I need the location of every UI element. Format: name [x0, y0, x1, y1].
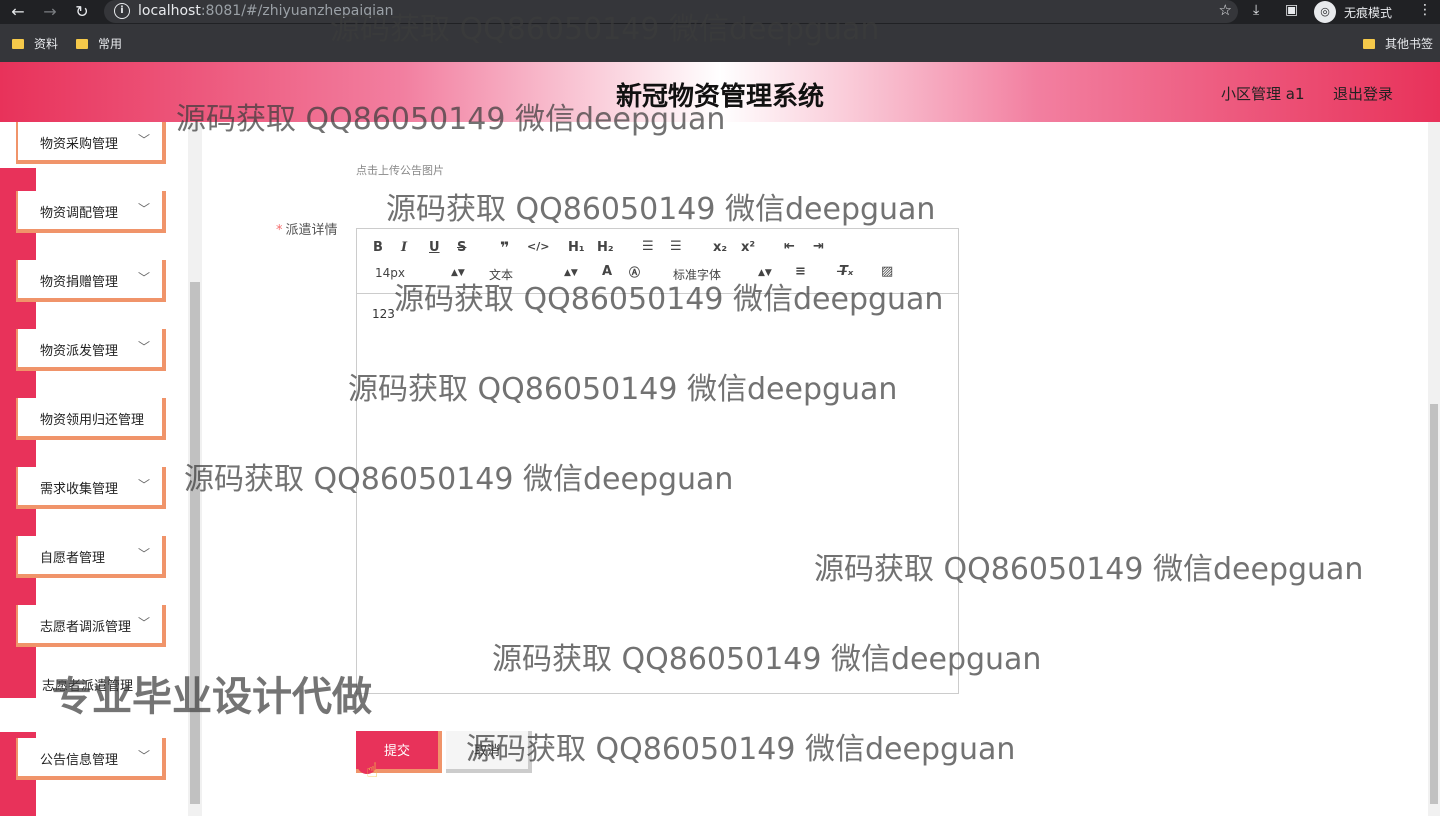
bookmark-folder-ziliao[interactable]: 资料	[12, 35, 58, 52]
chevron-down-icon: ﹀	[137, 478, 150, 492]
address-bar[interactable]: i localhost:8081/#/zhiyuanzhepaiqian ☆	[104, 0, 1238, 23]
select-arrow-icon: ▲▼	[564, 268, 578, 278]
sidebar-item-label: 志愿者派遣管理	[42, 679, 134, 694]
underline-icon[interactable]: U	[429, 240, 440, 255]
ordered-list-icon[interactable]: ☰	[642, 239, 654, 254]
folder-icon	[76, 39, 88, 49]
italic-icon[interactable]: I	[401, 240, 407, 255]
sidebar-item-volunteer-assign[interactable]: 志愿者派遣管理	[18, 664, 166, 706]
rich-text-editor[interactable]: B I U S ❞ </> H₁ H₂ ☰ ☰ x₂ x² ⇤ ⇥ 14px ▲…	[356, 228, 959, 694]
detail-label: * 派遣详情	[276, 223, 338, 238]
sidebar-item-distribution[interactable]: 物资派发管理 ﹀	[18, 329, 166, 371]
hand-cursor-icon: ☝	[366, 758, 379, 782]
indent-icon[interactable]: ⇥	[813, 239, 824, 254]
upload-hint[interactable]: 点击上传公告图片	[356, 162, 444, 178]
sidebar-item-label: 物资调配管理	[40, 206, 119, 221]
select-arrow-icon: ▲▼	[758, 268, 772, 278]
sidebar-item-purchase[interactable]: 物资采购管理 ﹀	[18, 122, 166, 164]
sidebar-item-allocation[interactable]: 物资调配管理 ﹀	[18, 191, 166, 233]
logout-link[interactable]: 退出登录	[1333, 83, 1393, 104]
bullet-list-icon[interactable]: ☰	[670, 239, 682, 254]
url-text: localhost:8081/#/zhiyuanzhepaiqian	[138, 3, 394, 19]
image-icon[interactable]: ▨	[881, 264, 893, 279]
back-icon[interactable]: ←	[7, 1, 29, 23]
current-user: 小区管理 a1	[1221, 85, 1305, 103]
watermark: 源码获取 QQ86050149 微信deepguan	[386, 192, 936, 227]
superscript-icon[interactable]: x²	[741, 240, 755, 255]
incognito-icon[interactable]: ◎	[1314, 1, 1336, 23]
chevron-down-icon: ﹀	[137, 271, 150, 285]
bookmarks-bar: 资料 常用 其他书签	[0, 24, 1440, 62]
watermark: 源码获取 QQ86050149 微信deepguan	[466, 732, 1016, 767]
bold-icon[interactable]: B	[373, 240, 383, 255]
sidebar-item-label: 自愿者管理	[40, 551, 106, 566]
chevron-down-icon: ﹀	[137, 202, 150, 216]
sidebar-item-label: 物资采购管理	[40, 137, 119, 152]
page-scrollbar-thumb[interactable]	[1430, 404, 1438, 804]
sidebar-item-announcement[interactable]: 公告信息管理 ﹀	[18, 738, 166, 780]
heading1-icon[interactable]: H₁	[568, 240, 585, 255]
heading2-icon[interactable]: H₂	[597, 240, 614, 255]
editor-content[interactable]: 123	[372, 307, 395, 321]
site-info-icon[interactable]: i	[114, 3, 130, 19]
forward-icon[interactable]: →	[39, 1, 61, 23]
incognito-label: 无痕模式	[1344, 6, 1393, 20]
chevron-down-icon: ﹀	[137, 340, 150, 354]
subscript-icon[interactable]: x₂	[713, 240, 727, 255]
text-type-select[interactable]: 文本	[489, 266, 513, 283]
cancel-button[interactable]: 取消	[446, 731, 532, 773]
sidebar-item-label: 物资派发管理	[40, 344, 119, 359]
font-family-select[interactable]: 标准字体	[673, 266, 721, 283]
sidebar-item-demand[interactable]: 需求收集管理 ﹀	[18, 467, 166, 509]
strikethrough-icon[interactable]: S	[457, 240, 466, 255]
bookmark-folder-other[interactable]: 其他书签	[1363, 35, 1433, 52]
chevron-down-icon: ﹀	[137, 547, 150, 561]
sidebar-item-borrow-return[interactable]: 物资领用归还管理	[18, 398, 166, 440]
chevron-down-icon: ﹀	[137, 616, 150, 630]
sidebar: 物资采购管理 ﹀ 物资调配管理 ﹀ 物资捐赠管理 ﹀ 物资派发管理 ﹀ 物资领用…	[0, 122, 188, 816]
app-header: 新冠物资管理系统 小区管理 a1 退出登录	[0, 62, 1440, 122]
folder-icon	[12, 39, 24, 49]
outdent-icon[interactable]: ⇤	[784, 239, 795, 254]
sidebar-scrollbar-thumb[interactable]	[190, 282, 200, 804]
sidebar-item-label: 物资领用归还管理	[40, 413, 145, 428]
download-icon[interactable]: ⤓	[1253, 2, 1259, 18]
sidebar-item-label: 公告信息管理	[40, 753, 119, 768]
background-color-icon[interactable]: Ⓐ	[629, 264, 640, 280]
sidebar-item-donation[interactable]: 物资捐赠管理 ﹀	[18, 260, 166, 302]
font-size-select[interactable]: 14px	[375, 266, 405, 280]
sidebar-item-label: 物资捐赠管理	[40, 275, 119, 290]
sidebar-item-label: 需求收集管理	[40, 482, 119, 497]
clear-format-icon[interactable]: T̶ₓ	[839, 264, 853, 279]
sidebar-item-volunteer[interactable]: 自愿者管理 ﹀	[18, 536, 166, 578]
blockquote-icon[interactable]: ❞	[500, 238, 509, 257]
sidebar-item-label: 志愿者调派管理	[40, 620, 132, 635]
chevron-down-icon: ﹀	[137, 133, 150, 147]
reload-icon[interactable]: ↻	[71, 1, 93, 23]
align-icon[interactable]: ≡	[795, 264, 806, 279]
menu-kebab-icon[interactable]: ⋮	[1418, 2, 1432, 18]
folder-icon	[1363, 39, 1375, 49]
code-block-icon[interactable]: </>	[527, 240, 549, 253]
bookmark-folder-changyong[interactable]: 常用	[76, 35, 122, 52]
sidepanel-icon[interactable]: ▣	[1285, 2, 1298, 18]
sidebar-item-volunteer-dispatch[interactable]: 志愿者调派管理 ﹀	[18, 605, 166, 647]
editor-toolbar: B I U S ❞ </> H₁ H₂ ☰ ☰ x₂ x² ⇤ ⇥ 14px ▲…	[357, 229, 958, 294]
bookmark-star-icon[interactable]: ☆	[1219, 1, 1232, 19]
select-arrow-icon: ▲▼	[451, 268, 465, 278]
browser-toolbar: ← → ↻ i localhost:8081/#/zhiyuanzhepaiqi…	[0, 0, 1440, 24]
font-color-icon[interactable]: A	[602, 264, 612, 279]
chevron-down-icon: ﹀	[137, 749, 150, 763]
